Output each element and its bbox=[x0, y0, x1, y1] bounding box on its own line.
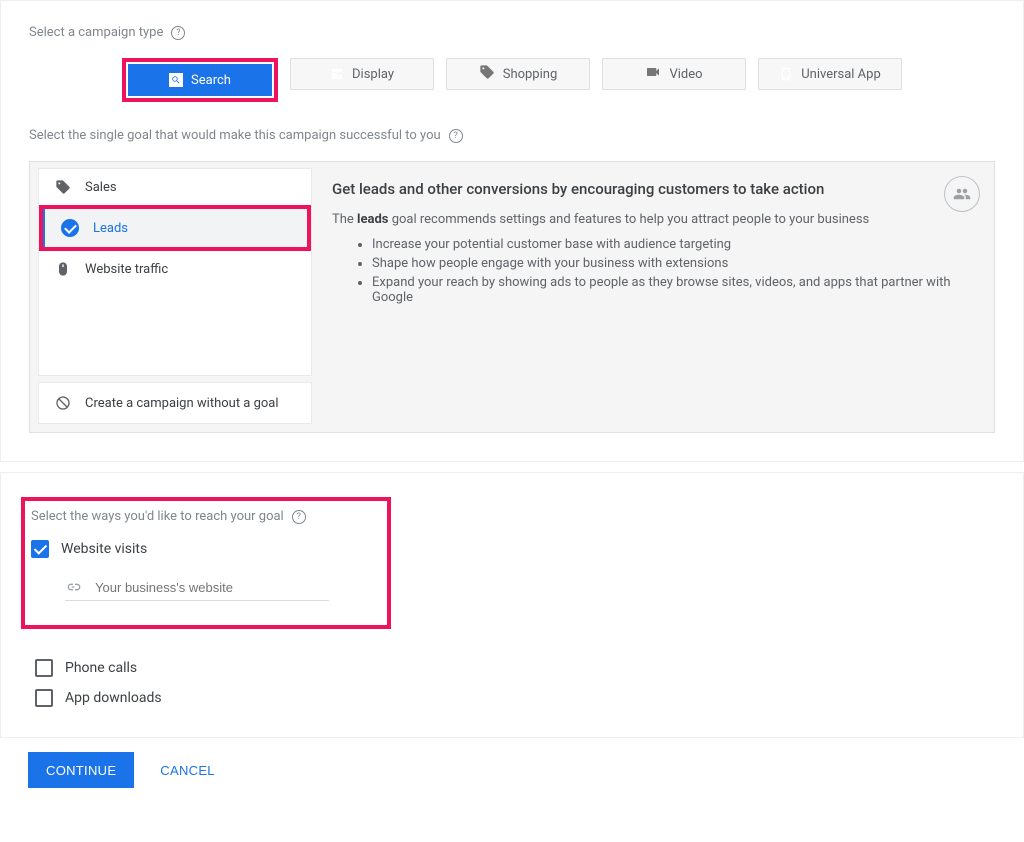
tag-icon bbox=[55, 179, 71, 195]
goal-bullet-2: Shape how people engage with your busine… bbox=[372, 256, 972, 271]
goal-item-sales-label: Sales bbox=[85, 180, 117, 195]
tab-display[interactable]: Display bbox=[290, 58, 434, 90]
universal-app-icon bbox=[779, 67, 793, 81]
shopping-icon bbox=[479, 64, 495, 84]
goal-item-sales[interactable]: Sales bbox=[39, 169, 311, 205]
goal-section-title: Select the single goal that would make t… bbox=[29, 128, 995, 143]
goal-desc-intro-prefix: The bbox=[332, 212, 357, 227]
help-icon[interactable]: ? bbox=[171, 26, 185, 40]
continue-button[interactable]: CONTINUE bbox=[28, 752, 134, 788]
option-website-visits[interactable]: Website visits bbox=[31, 534, 375, 564]
reach-title: Select the ways you'd like to reach your… bbox=[31, 509, 375, 524]
tab-shopping[interactable]: Shopping bbox=[446, 58, 590, 90]
tab-universal-app[interactable]: Universal App bbox=[758, 58, 902, 90]
display-icon bbox=[330, 67, 344, 81]
option-app-downloads[interactable]: App downloads bbox=[35, 683, 995, 713]
mouse-icon bbox=[55, 261, 71, 277]
goal-item-no-goal[interactable]: Create a campaign without a goal bbox=[38, 382, 312, 424]
highlight-reach-section: Select the ways you'd like to reach your… bbox=[21, 497, 391, 629]
goal-bullet-3: Expand your reach by showing ads to peop… bbox=[372, 275, 972, 305]
goal-item-traffic-label: Website traffic bbox=[85, 262, 168, 277]
option-app-downloads-label: App downloads bbox=[65, 690, 162, 706]
check-circle-icon bbox=[61, 219, 79, 237]
option-website-visits-label: Website visits bbox=[61, 541, 147, 557]
help-icon[interactable]: ? bbox=[292, 510, 306, 524]
tab-shopping-label: Shopping bbox=[503, 67, 558, 82]
goal-item-no-goal-label: Create a campaign without a goal bbox=[85, 396, 279, 411]
highlight-goal-leads: Leads bbox=[39, 205, 311, 251]
goal-panel: Sales Leads Website traffic bbox=[29, 161, 995, 433]
help-icon[interactable]: ? bbox=[449, 129, 463, 143]
cancel-button[interactable]: CANCEL bbox=[154, 762, 221, 779]
tab-universal-label: Universal App bbox=[801, 67, 881, 82]
website-input[interactable] bbox=[93, 579, 329, 596]
highlight-search-tab: Search bbox=[122, 58, 278, 102]
goal-item-leads-label: Leads bbox=[93, 221, 128, 236]
goal-desc-heading: Get leads and other conversions by encou… bbox=[332, 180, 972, 198]
goal-desc-intro-bold: leads bbox=[357, 212, 388, 227]
reach-goal-card: Select the ways you'd like to reach your… bbox=[0, 472, 1024, 738]
link-icon bbox=[65, 578, 81, 596]
goal-bullet-1: Increase your potential customer base wi… bbox=[372, 237, 972, 252]
goal-desc-bullets: Increase your potential customer base wi… bbox=[332, 237, 972, 305]
goal-section-title-text: Select the single goal that would make t… bbox=[29, 128, 441, 143]
goal-item-leads[interactable]: Leads bbox=[43, 209, 307, 247]
website-input-row bbox=[65, 578, 329, 601]
option-phone-calls[interactable]: Phone calls bbox=[35, 653, 995, 683]
campaign-type-title-text: Select a campaign type bbox=[29, 25, 163, 40]
goal-description: Get leads and other conversions by encou… bbox=[320, 162, 994, 432]
campaign-type-card: Select a campaign type ? Search Display bbox=[0, 0, 1024, 462]
footer-actions: CONTINUE CANCEL bbox=[0, 738, 1024, 802]
tab-video[interactable]: Video bbox=[602, 58, 746, 90]
tab-search-label: Search bbox=[191, 73, 231, 88]
no-goal-icon bbox=[55, 395, 71, 411]
reach-title-text: Select the ways you'd like to reach your… bbox=[31, 509, 284, 524]
tab-search[interactable]: Search bbox=[128, 64, 272, 96]
goal-desc-intro-suffix: goal recommends settings and features to… bbox=[388, 212, 869, 227]
reach-other-options: Phone calls App downloads bbox=[35, 653, 995, 713]
option-phone-calls-label: Phone calls bbox=[65, 660, 137, 676]
campaign-type-title: Select a campaign type ? bbox=[29, 25, 995, 40]
goal-desc-intro: The leads goal recommends settings and f… bbox=[332, 212, 972, 227]
checkbox-website-visits[interactable] bbox=[31, 540, 49, 558]
checkbox-app-downloads[interactable] bbox=[35, 689, 53, 707]
tab-display-label: Display bbox=[352, 67, 394, 82]
tab-video-label: Video bbox=[669, 67, 702, 82]
video-icon bbox=[645, 64, 661, 84]
checkbox-phone-calls[interactable] bbox=[35, 659, 53, 677]
goal-list: Sales Leads Website traffic bbox=[30, 162, 320, 432]
goal-item-website-traffic[interactable]: Website traffic bbox=[39, 251, 311, 287]
campaign-type-tabs: Search Display Shopping Video bbox=[29, 58, 995, 102]
search-icon bbox=[169, 73, 183, 87]
people-icon bbox=[944, 176, 980, 212]
